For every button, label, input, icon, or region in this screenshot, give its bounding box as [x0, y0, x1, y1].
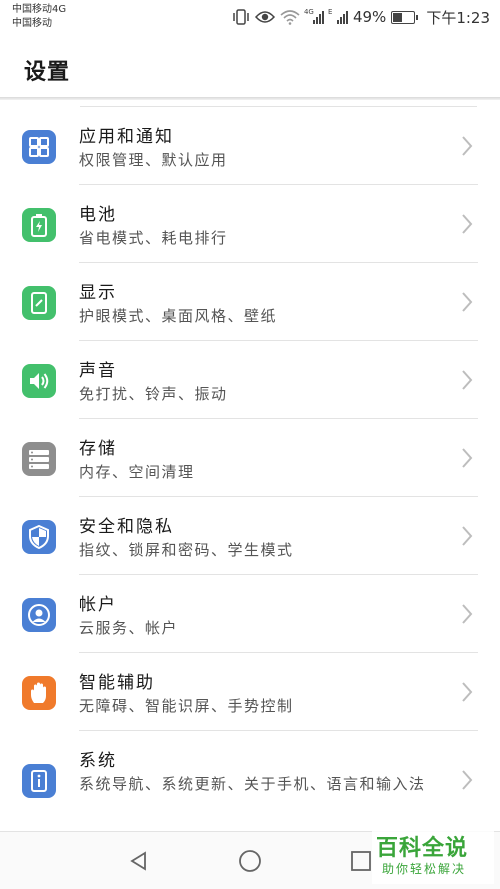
chevron-right-icon	[462, 370, 473, 390]
watermark-slogan: 助你轻松解决	[382, 862, 467, 876]
status-icons: 4G E 49% 下午1:23	[232, 6, 490, 28]
settings-item-subtitle: 免打扰、铃声、振动	[79, 385, 228, 403]
chevron-right-icon	[462, 448, 473, 468]
settings-item-security-privacy[interactable]: 安全和隐私 指纹、锁屏和密码、学生模式	[0, 497, 500, 575]
settings-item-subtitle: 权限管理、默认应用	[79, 151, 228, 169]
chevron-right-icon	[462, 292, 473, 312]
storage-icon	[22, 442, 56, 476]
settings-item-subtitle: 云服务、帐户	[79, 619, 179, 637]
hand-icon	[22, 676, 56, 710]
settings-item-system[interactable]: 系统 系统导航、系统更新、关于手机、语言和输入法	[0, 731, 500, 831]
apps-grid-icon	[22, 130, 56, 164]
title-bar: 设置	[0, 34, 500, 98]
settings-item-subtitle: 省电模式、耗电排行	[79, 229, 228, 247]
signal-icon: 4G	[304, 8, 324, 24]
settings-item-title: 电池	[79, 205, 117, 225]
account-icon	[22, 598, 56, 632]
signal-icon-secondary: E	[328, 8, 348, 24]
chevron-right-icon	[462, 770, 473, 790]
chevron-right-icon	[462, 214, 473, 234]
settings-list: 应用和通知 权限管理、默认应用 电池 省电模式、耗电排行 显示 护眼模式、桌面风…	[0, 107, 500, 831]
settings-item-subtitle: 内存、空间清理	[79, 463, 195, 481]
battery-percent: 49%	[352, 8, 387, 26]
settings-item-title: 系统	[79, 751, 117, 771]
settings-item-accounts[interactable]: 帐户 云服务、帐户	[0, 575, 500, 653]
battery-icon	[22, 208, 56, 242]
signal-tag: 4G	[303, 8, 314, 16]
eye-comfort-icon	[254, 10, 275, 24]
carrier-label-primary: 中国移动4G	[12, 4, 67, 15]
info-icon	[22, 764, 56, 798]
speaker-icon	[22, 364, 56, 398]
chevron-right-icon	[462, 136, 473, 156]
settings-item-title: 显示	[79, 283, 117, 303]
settings-item-title: 应用和通知	[79, 127, 174, 147]
home-icon[interactable]	[237, 848, 263, 874]
chevron-right-icon	[462, 604, 473, 624]
vibrate-icon	[232, 9, 250, 25]
settings-item-subtitle: 指纹、锁屏和密码、学生模式	[79, 541, 294, 559]
settings-item-subtitle: 无障碍、智能识屏、手势控制	[79, 697, 294, 715]
page-title: 设置	[24, 60, 71, 85]
watermark: 百科全说 助你轻松解决	[372, 828, 494, 884]
settings-item-display[interactable]: 显示 护眼模式、桌面风格、壁纸	[0, 263, 500, 341]
settings-item-title: 声音	[79, 361, 117, 381]
settings-item-sound[interactable]: 声音 免打扰、铃声、振动	[0, 341, 500, 419]
status-bar: 中国移动4G 中国移动 4G E 49% 下午1:23	[0, 0, 500, 34]
settings-item-subtitle: 系统导航、系统更新、关于手机、语言和输入法	[79, 775, 426, 793]
recents-icon[interactable]	[348, 848, 374, 874]
settings-item-storage[interactable]: 存储 内存、空间清理	[0, 419, 500, 497]
carrier-label-secondary: 中国移动	[12, 18, 52, 29]
wifi-icon	[280, 9, 300, 25]
settings-item-title: 智能辅助	[79, 673, 155, 693]
settings-item-apps-notifications[interactable]: 应用和通知 权限管理、默认应用	[0, 107, 500, 185]
settings-item-title: 存储	[79, 439, 117, 459]
settings-item-subtitle: 护眼模式、桌面风格、壁纸	[79, 307, 278, 325]
clock: 下午1:23	[426, 8, 490, 27]
settings-item-smart-assistance[interactable]: 智能辅助 无障碍、智能识屏、手势控制	[0, 653, 500, 731]
display-icon	[22, 286, 56, 320]
battery-level-fill	[393, 12, 403, 22]
shield-icon	[22, 520, 56, 554]
settings-item-title: 安全和隐私	[79, 517, 174, 537]
signal-tag-secondary: E	[327, 8, 333, 16]
settings-item-battery[interactable]: 电池 省电模式、耗电排行	[0, 185, 500, 263]
title-divider	[0, 97, 500, 100]
chevron-right-icon	[462, 682, 473, 702]
battery-charging-icon	[391, 10, 419, 24]
chevron-right-icon	[462, 526, 473, 546]
watermark-title: 百科全说	[376, 836, 469, 861]
settings-item-title: 帐户	[79, 595, 117, 615]
back-icon[interactable]	[126, 848, 152, 874]
